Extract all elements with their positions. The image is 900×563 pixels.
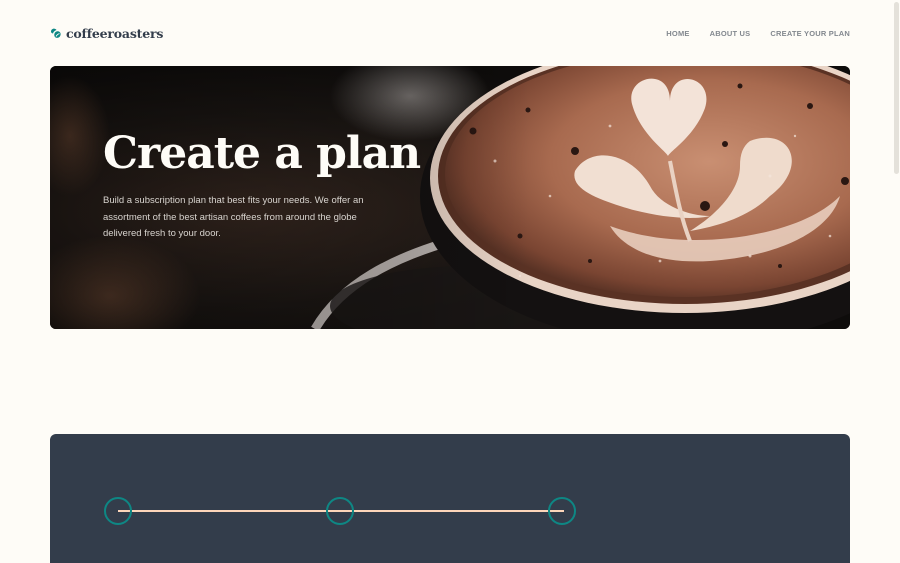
site-header: coffeeroasters HOME ABOUT US CREATE YOUR… — [50, 24, 850, 42]
hero-description: Build a subscription plan that best fits… — [103, 195, 364, 239]
nav-create-plan[interactable]: CREATE YOUR PLAN — [770, 29, 850, 38]
hero-title: Create a plan — [103, 128, 421, 179]
how-it-works-section — [50, 434, 850, 563]
page-scrollbar[interactable] — [892, 0, 900, 563]
step-3-circle-icon — [548, 497, 576, 525]
main-nav: HOME ABOUT US CREATE YOUR PLAN — [666, 29, 850, 38]
hero-banner: Create a plan Build a subscription plan … — [50, 66, 850, 329]
step-2-circle-icon — [326, 497, 354, 525]
step-1-circle-icon — [104, 497, 132, 525]
coffee-bean-icon — [51, 28, 61, 38]
logo[interactable]: coffeeroasters — [50, 26, 163, 41]
brand-name: coffeeroasters — [66, 25, 164, 41]
scrollbar-thumb[interactable] — [894, 2, 899, 174]
nav-about-us[interactable]: ABOUT US — [710, 29, 751, 38]
nav-home[interactable]: HOME — [666, 29, 689, 38]
